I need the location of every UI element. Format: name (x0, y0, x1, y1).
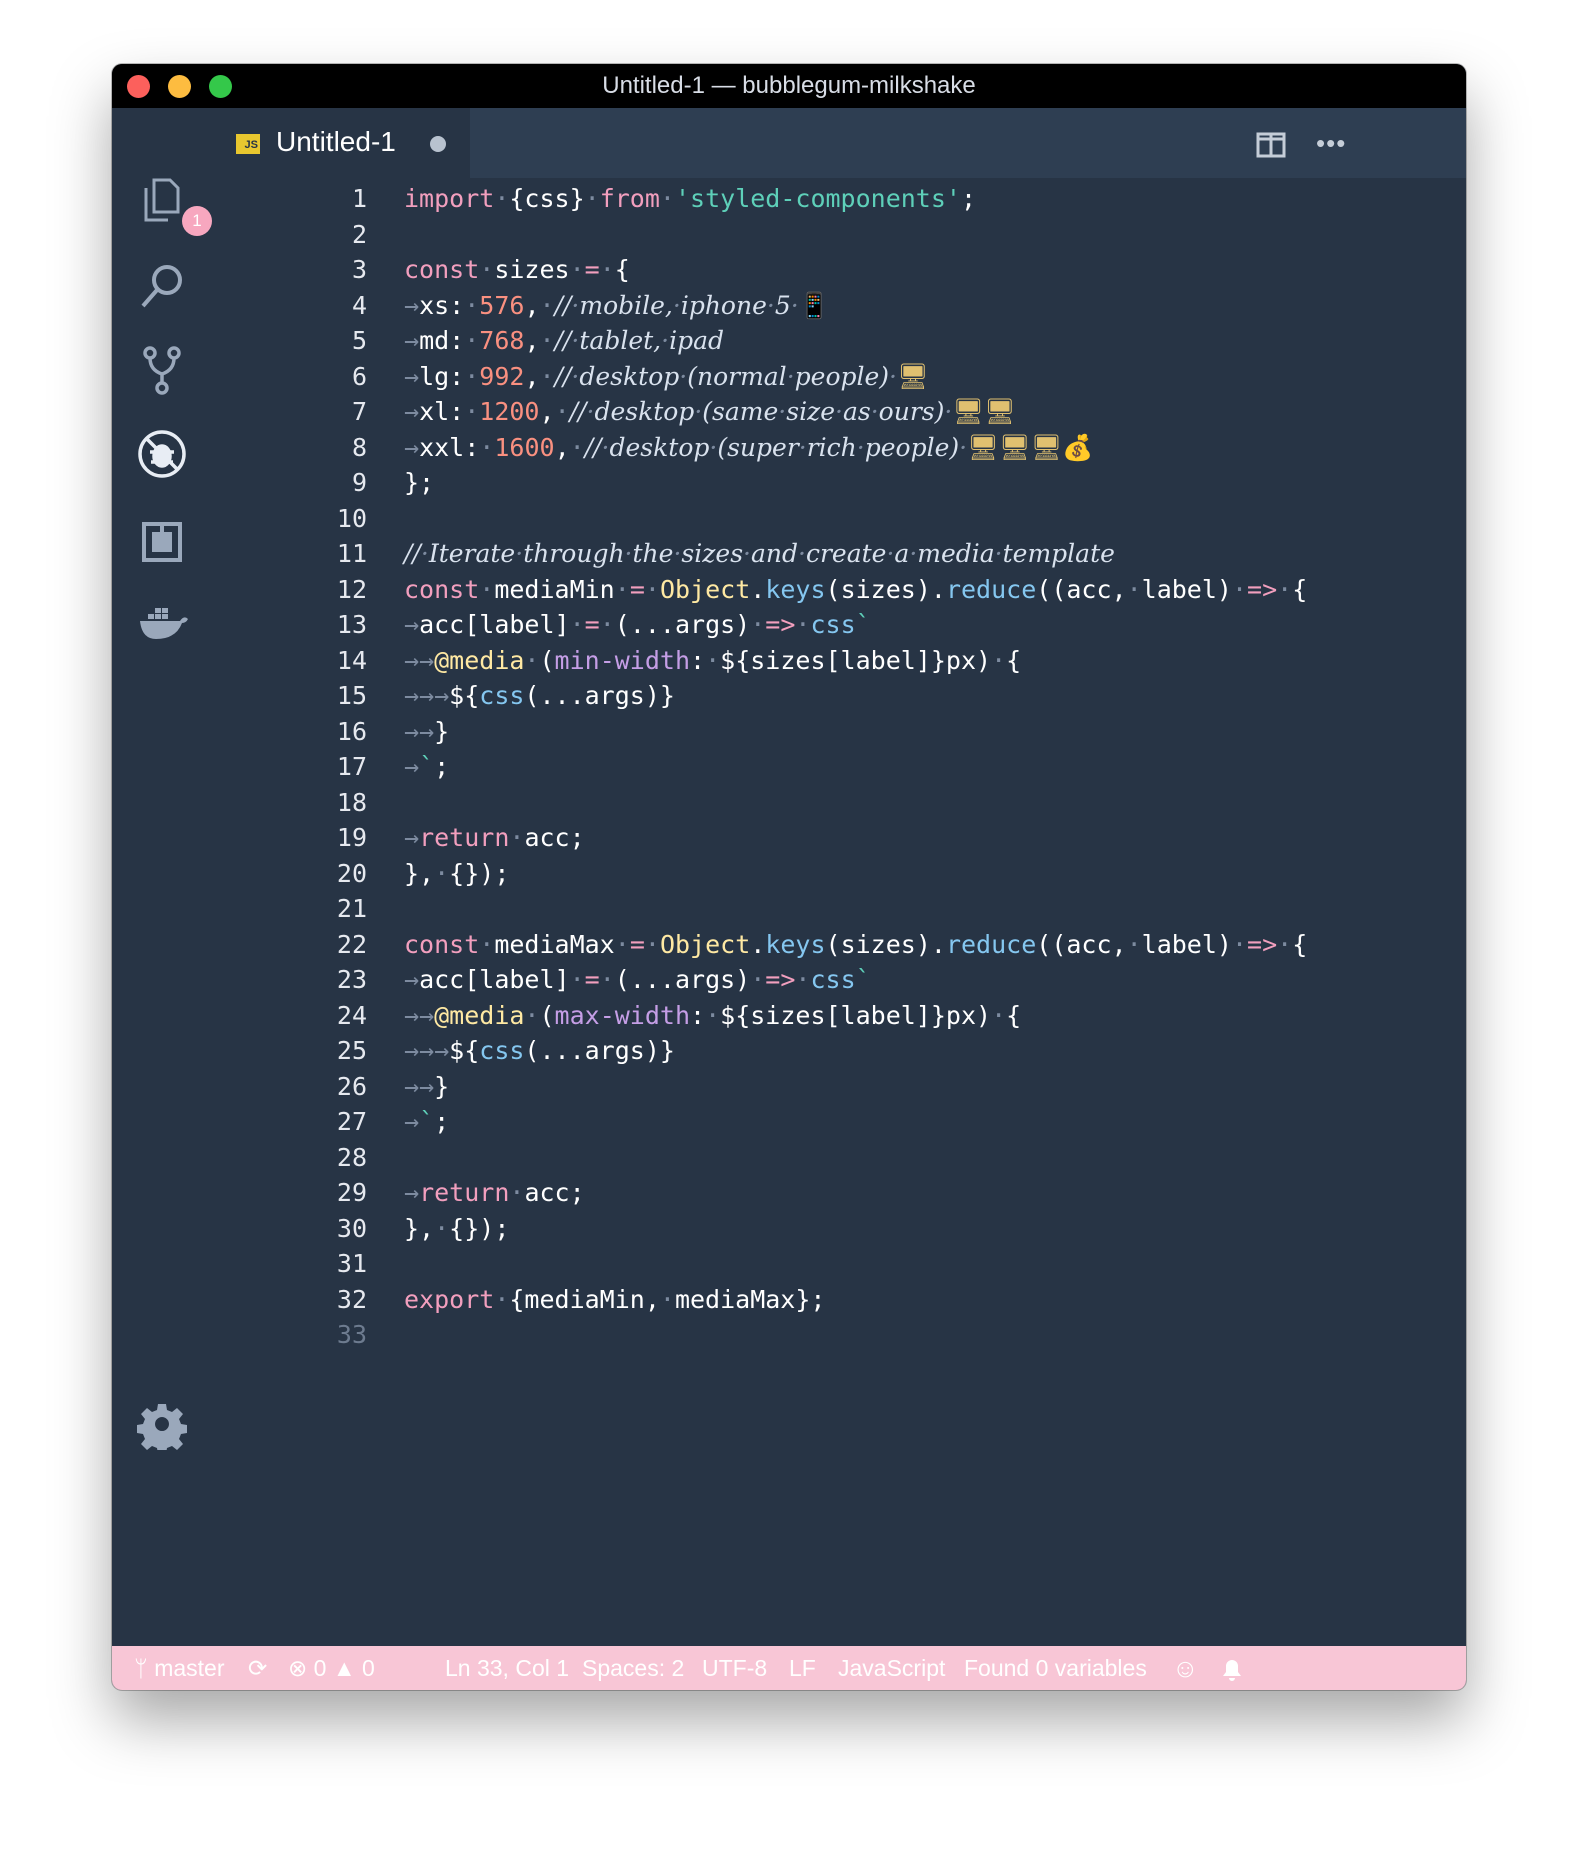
line-number: 33 (336, 1320, 367, 1349)
git-branch-icon: ᛘ (134, 1655, 148, 1681)
cursor-position[interactable]: Ln 33, Col 1 (445, 1646, 569, 1690)
debug-icon[interactable] (136, 428, 188, 480)
branch-indicator[interactable]: ᛘ master (134, 1646, 225, 1690)
minimize-window-button[interactable] (168, 75, 191, 98)
branch-name: master (154, 1655, 225, 1681)
problems-indicator[interactable]: ⊗ 0 ▲ 0 (288, 1646, 375, 1690)
editor-window: Untitled-1 — bubblegum-milkshake 1 JS Un… (112, 64, 1466, 1690)
extensions-icon[interactable] (136, 516, 188, 568)
error-icon: ⊗ (288, 1655, 308, 1681)
error-count: 0 (313, 1655, 327, 1681)
smiley-feedback-icon[interactable]: ☺ (1172, 1646, 1199, 1690)
unsaved-dot-icon[interactable] (430, 136, 446, 152)
status-bar: ᛘ master ⟳ ⊗ 0 ▲ 0 Ln 33, Col 1 Spaces: … (112, 1646, 1466, 1690)
encoding-setting[interactable]: UTF-8 (702, 1646, 767, 1690)
indentation-setting[interactable]: Spaces: 2 (582, 1646, 684, 1690)
code-editor[interactable]: 1 import·{css}·from·'styled-components'; … (212, 178, 1466, 1646)
activity-bar: 1 (112, 108, 212, 1646)
tab-untitled-1[interactable]: JS Untitled-1 (212, 108, 470, 178)
code-line: 33 (212, 1314, 1412, 1356)
split-editor-icon[interactable] (1256, 132, 1286, 158)
maximize-window-button[interactable] (209, 75, 232, 98)
language-mode[interactable]: JavaScript (838, 1646, 945, 1690)
bell-notifications-icon[interactable] (1220, 1646, 1244, 1690)
javascript-file-icon: JS (236, 134, 260, 154)
tab-bar: JS Untitled-1 ••• (212, 108, 1466, 178)
title-bar: Untitled-1 — bubblegum-milkshake (112, 64, 1466, 108)
window-title: Untitled-1 — bubblegum-milkshake (602, 72, 976, 99)
eol-setting[interactable]: LF (789, 1646, 816, 1690)
more-actions-icon[interactable]: ••• (1316, 130, 1350, 160)
files-icon[interactable]: 1 (136, 174, 212, 236)
explorer-badge: 1 (182, 206, 212, 236)
tab-label: Untitled-1 (276, 126, 396, 157)
source-control-icon[interactable] (136, 344, 188, 396)
search-icon[interactable] (136, 260, 188, 312)
warning-icon: ▲ (332, 1655, 356, 1681)
sync-icon[interactable]: ⟳ (248, 1646, 267, 1690)
close-window-button[interactable] (127, 75, 150, 98)
variables-status[interactable]: Found 0 variables (964, 1646, 1147, 1690)
gear-icon[interactable] (136, 1398, 188, 1450)
docker-icon[interactable] (136, 598, 188, 650)
warning-count: 0 (362, 1655, 375, 1681)
